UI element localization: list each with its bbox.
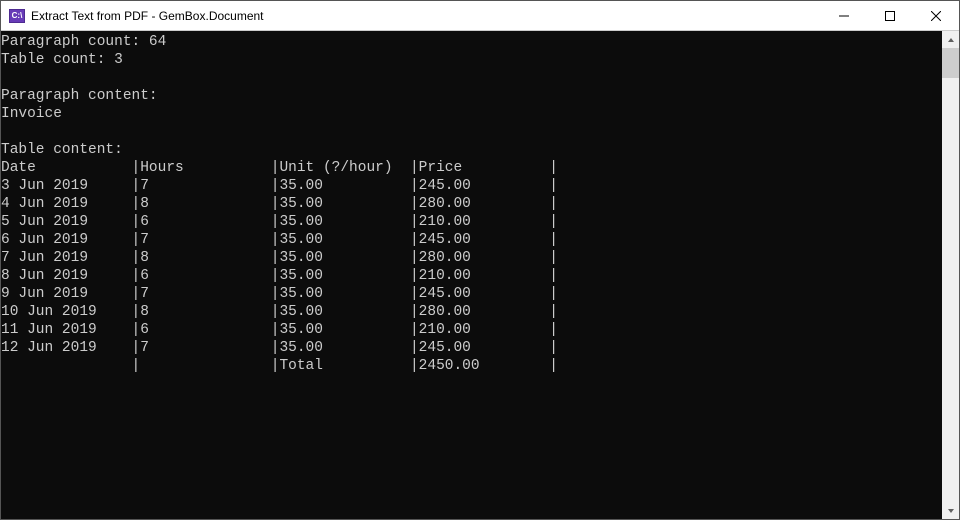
app-icon: C:\ — [9, 9, 25, 23]
window-title: Extract Text from PDF - GemBox.Document — [31, 9, 821, 23]
minimize-icon — [839, 11, 849, 21]
window-controls — [821, 1, 959, 30]
titlebar[interactable]: C:\ Extract Text from PDF - GemBox.Docum… — [1, 1, 959, 31]
minimize-button[interactable] — [821, 1, 867, 30]
maximize-icon — [885, 11, 895, 21]
app-window: C:\ Extract Text from PDF - GemBox.Docum… — [0, 0, 960, 520]
vertical-scrollbar[interactable] — [942, 31, 959, 519]
chevron-up-icon — [947, 36, 955, 44]
scroll-thumb[interactable] — [942, 48, 959, 78]
close-button[interactable] — [913, 1, 959, 30]
scroll-up-button[interactable] — [942, 31, 959, 48]
maximize-button[interactable] — [867, 1, 913, 30]
client-area: Paragraph count: 64 Table count: 3 Parag… — [1, 31, 959, 519]
close-icon — [931, 11, 941, 21]
console-output[interactable]: Paragraph count: 64 Table count: 3 Parag… — [1, 31, 942, 519]
chevron-down-icon — [947, 507, 955, 515]
scroll-down-button[interactable] — [942, 502, 959, 519]
app-icon-text: C:\ — [12, 12, 23, 20]
